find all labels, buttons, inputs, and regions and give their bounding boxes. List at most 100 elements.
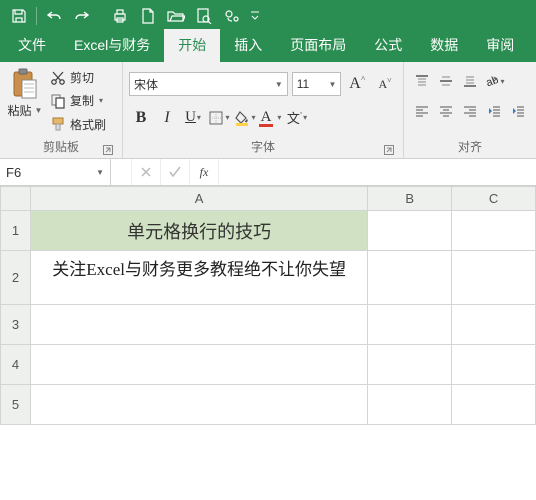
chevron-down-icon: ▾ xyxy=(99,96,103,105)
shrink-font-button[interactable]: A˅ xyxy=(373,72,397,96)
cancel-formula-button[interactable] xyxy=(132,159,161,185)
print-icon[interactable] xyxy=(107,3,133,29)
scissors-icon xyxy=(50,70,66,86)
share-icon[interactable] xyxy=(219,3,245,29)
bold-button[interactable]: B xyxy=(129,106,153,130)
cell-B2[interactable] xyxy=(368,251,452,305)
copy-button[interactable]: 复制 ▾ xyxy=(48,90,108,112)
tab-home[interactable]: 开始 xyxy=(164,29,220,62)
group-alignment: ab▾ 对齐 xyxy=(404,62,536,158)
underline-button[interactable]: U▾ xyxy=(181,106,205,130)
italic-button[interactable]: I xyxy=(155,106,179,130)
font-name-value: 宋体 xyxy=(134,76,158,93)
row-header-5[interactable]: 5 xyxy=(1,385,31,425)
alignment-group-label: 对齐 xyxy=(458,140,482,154)
dialog-launcher-icon[interactable] xyxy=(102,144,114,156)
dialog-launcher-icon[interactable] xyxy=(383,144,395,156)
align-middle-button[interactable] xyxy=(434,69,458,93)
col-header-C[interactable]: C xyxy=(452,187,536,211)
fill-color-button[interactable]: ▾ xyxy=(233,106,257,130)
font-color-button[interactable]: A ▾ xyxy=(259,106,283,130)
open-icon[interactable] xyxy=(163,3,189,29)
select-all-corner[interactable] xyxy=(1,187,31,211)
borders-button[interactable]: ▾ xyxy=(207,106,231,130)
phonetic-guide-button[interactable]: 文,▾ xyxy=(285,106,309,130)
chevron-down-icon: ▼ xyxy=(96,168,104,177)
row-header-1[interactable]: 1 xyxy=(1,211,31,251)
cell-C4[interactable] xyxy=(452,345,536,385)
chevron-down-icon: ▾ xyxy=(225,113,229,122)
clipboard-group-label: 剪贴板 xyxy=(43,140,79,154)
paste-button[interactable]: 粘贴▼ xyxy=(6,66,44,136)
font-name-combo[interactable]: 宋体 ▼ xyxy=(129,72,288,96)
cut-button[interactable]: 剪切 xyxy=(48,67,108,89)
orientation-button[interactable]: ab▾ xyxy=(482,69,506,93)
chevron-down-icon: ▾ xyxy=(197,113,201,122)
cell-A1[interactable]: 单元格换行的技巧 xyxy=(30,211,367,251)
tab-excel-finance[interactable]: Excel与财务 xyxy=(60,29,164,62)
col-header-B[interactable]: B xyxy=(368,187,452,211)
cell-A3[interactable] xyxy=(30,305,367,345)
col-header-A[interactable]: A xyxy=(30,187,367,211)
tab-review[interactable]: 审阅 xyxy=(472,29,528,62)
tab-formulas[interactable]: 公式 xyxy=(360,29,416,62)
tab-page-layout[interactable]: 页面布局 xyxy=(276,29,360,62)
cell-C3[interactable] xyxy=(452,305,536,345)
tab-insert[interactable]: 插入 xyxy=(220,29,276,62)
cell-C2[interactable] xyxy=(452,251,536,305)
tab-data[interactable]: 数据 xyxy=(416,29,472,62)
qat-customize-icon[interactable] xyxy=(247,3,263,29)
save-icon[interactable] xyxy=(6,3,32,29)
align-center-button[interactable] xyxy=(434,99,458,123)
row-header-3[interactable]: 3 xyxy=(1,305,31,345)
cut-label: 剪切 xyxy=(70,69,94,86)
cell-C1[interactable] xyxy=(452,211,536,251)
group-font: 宋体 ▼ 11 ▼ A˄ A˅ B I U▾ ▾ xyxy=(123,62,404,158)
fx-button[interactable]: fx xyxy=(190,159,219,185)
spreadsheet-grid[interactable]: A B C 1 单元格换行的技巧 2 关注Excel与财务更多教程绝不让你失望 … xyxy=(0,186,536,500)
formula-input[interactable] xyxy=(219,159,536,185)
align-top-button[interactable] xyxy=(410,69,434,93)
cell-B3[interactable] xyxy=(368,305,452,345)
font-size-value: 11 xyxy=(297,77,309,91)
chevron-down-icon: ▼ xyxy=(328,80,336,89)
chevron-down-icon: ▾ xyxy=(251,113,255,122)
cell-B5[interactable] xyxy=(368,385,452,425)
font-size-combo[interactable]: 11 ▼ xyxy=(292,72,342,96)
align-right-button[interactable] xyxy=(458,99,482,123)
chevron-down-icon: ▾ xyxy=(277,113,281,122)
cell-B4[interactable] xyxy=(368,345,452,385)
format-painter-button[interactable]: 格式刷 xyxy=(48,113,108,135)
redo-icon[interactable] xyxy=(69,3,95,29)
quick-access-toolbar xyxy=(0,0,536,32)
align-bottom-button[interactable] xyxy=(458,69,482,93)
cell-A2[interactable]: 关注Excel与财务更多教程绝不让你失望 xyxy=(30,251,367,305)
copy-icon xyxy=(50,93,66,109)
row-header-2[interactable]: 2 xyxy=(1,251,31,305)
paste-icon xyxy=(11,68,39,100)
chevron-down-icon: ▾ xyxy=(303,113,307,122)
font-group-label: 字体 xyxy=(251,140,275,154)
preview-icon[interactable] xyxy=(191,3,217,29)
increase-indent-button[interactable] xyxy=(506,99,530,123)
ribbon: 粘贴▼ 剪切 复制 ▾ xyxy=(0,62,536,159)
svg-text:ab: ab xyxy=(485,74,499,89)
cell-C5[interactable] xyxy=(452,385,536,425)
align-left-button[interactable] xyxy=(410,99,434,123)
name-box[interactable]: F6 ▼ xyxy=(0,159,111,185)
grow-font-button[interactable]: A˄ xyxy=(345,72,369,96)
cell-B1[interactable] xyxy=(368,211,452,251)
ribbon-tabs: 文件 Excel与财务 开始 插入 页面布局 公式 数据 审阅 xyxy=(0,32,536,62)
chevron-down-icon: ▼ xyxy=(275,80,283,89)
row-header-4[interactable]: 4 xyxy=(1,345,31,385)
cell-A5[interactable] xyxy=(30,385,367,425)
chevron-down-icon: ▼ xyxy=(35,106,43,115)
tab-file[interactable]: 文件 xyxy=(4,29,60,62)
undo-icon[interactable] xyxy=(41,3,67,29)
cell-A4[interactable] xyxy=(30,345,367,385)
paste-label: 粘贴 xyxy=(8,102,32,119)
chevron-down-icon: ▾ xyxy=(500,77,504,86)
new-doc-icon[interactable] xyxy=(135,3,161,29)
enter-formula-button[interactable] xyxy=(161,159,190,185)
decrease-indent-button[interactable] xyxy=(482,99,506,123)
